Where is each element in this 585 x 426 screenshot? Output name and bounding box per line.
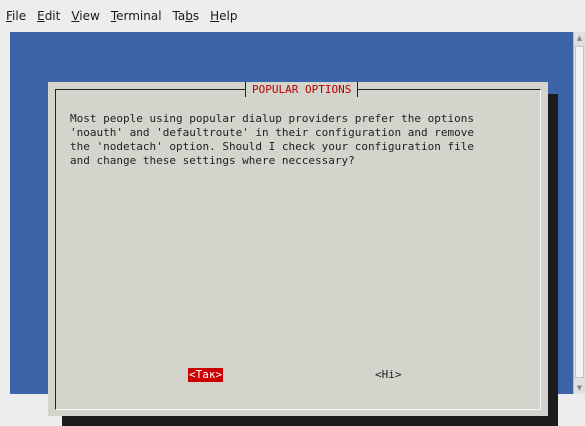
menu-tabs-label: s xyxy=(192,9,200,23)
scroll-up-arrow-icon[interactable]: ▲ xyxy=(574,32,585,44)
menu-edit[interactable]: Edit xyxy=(37,9,60,23)
menu-tabs-mnemonic: b xyxy=(185,9,193,23)
menu-view[interactable]: View xyxy=(71,9,99,23)
yes-button[interactable]: <Так> xyxy=(188,368,224,382)
dialog-title: POPULAR OPTIONS xyxy=(245,82,359,97)
popular-options-dialog: POPULAR OPTIONS Most people using popula… xyxy=(48,82,548,416)
dialog-message: Most people using popular dialup provide… xyxy=(70,112,474,167)
menu-help-label: elp xyxy=(219,9,238,23)
menu-help[interactable]: Help xyxy=(210,9,237,23)
terminal-screen[interactable]: POPULAR OPTIONS Most people using popula… xyxy=(10,32,573,426)
menu-edit-label: dit xyxy=(44,9,61,23)
menu-terminal-label: erminal xyxy=(116,9,162,23)
scroll-down-arrow-icon[interactable]: ▼ xyxy=(574,382,585,394)
menu-terminal[interactable]: Terminal xyxy=(111,9,162,23)
vertical-scrollbar[interactable]: ▲ ▼ xyxy=(573,32,585,394)
no-button[interactable]: <Hi> xyxy=(374,368,403,382)
menu-view-label: iew xyxy=(79,9,100,23)
menu-edit-mnemonic: E xyxy=(37,9,45,23)
menu-file[interactable]: File xyxy=(6,9,26,23)
scrollbar-thumb[interactable] xyxy=(575,46,584,378)
menu-tabs[interactable]: Tabs xyxy=(173,9,200,23)
menu-file-label: ile xyxy=(12,9,27,23)
menu-bar: File Edit View Terminal Tabs Help xyxy=(0,0,585,32)
menu-tabs-prefix: Ta xyxy=(172,9,186,23)
menu-help-mnemonic: H xyxy=(210,9,220,23)
